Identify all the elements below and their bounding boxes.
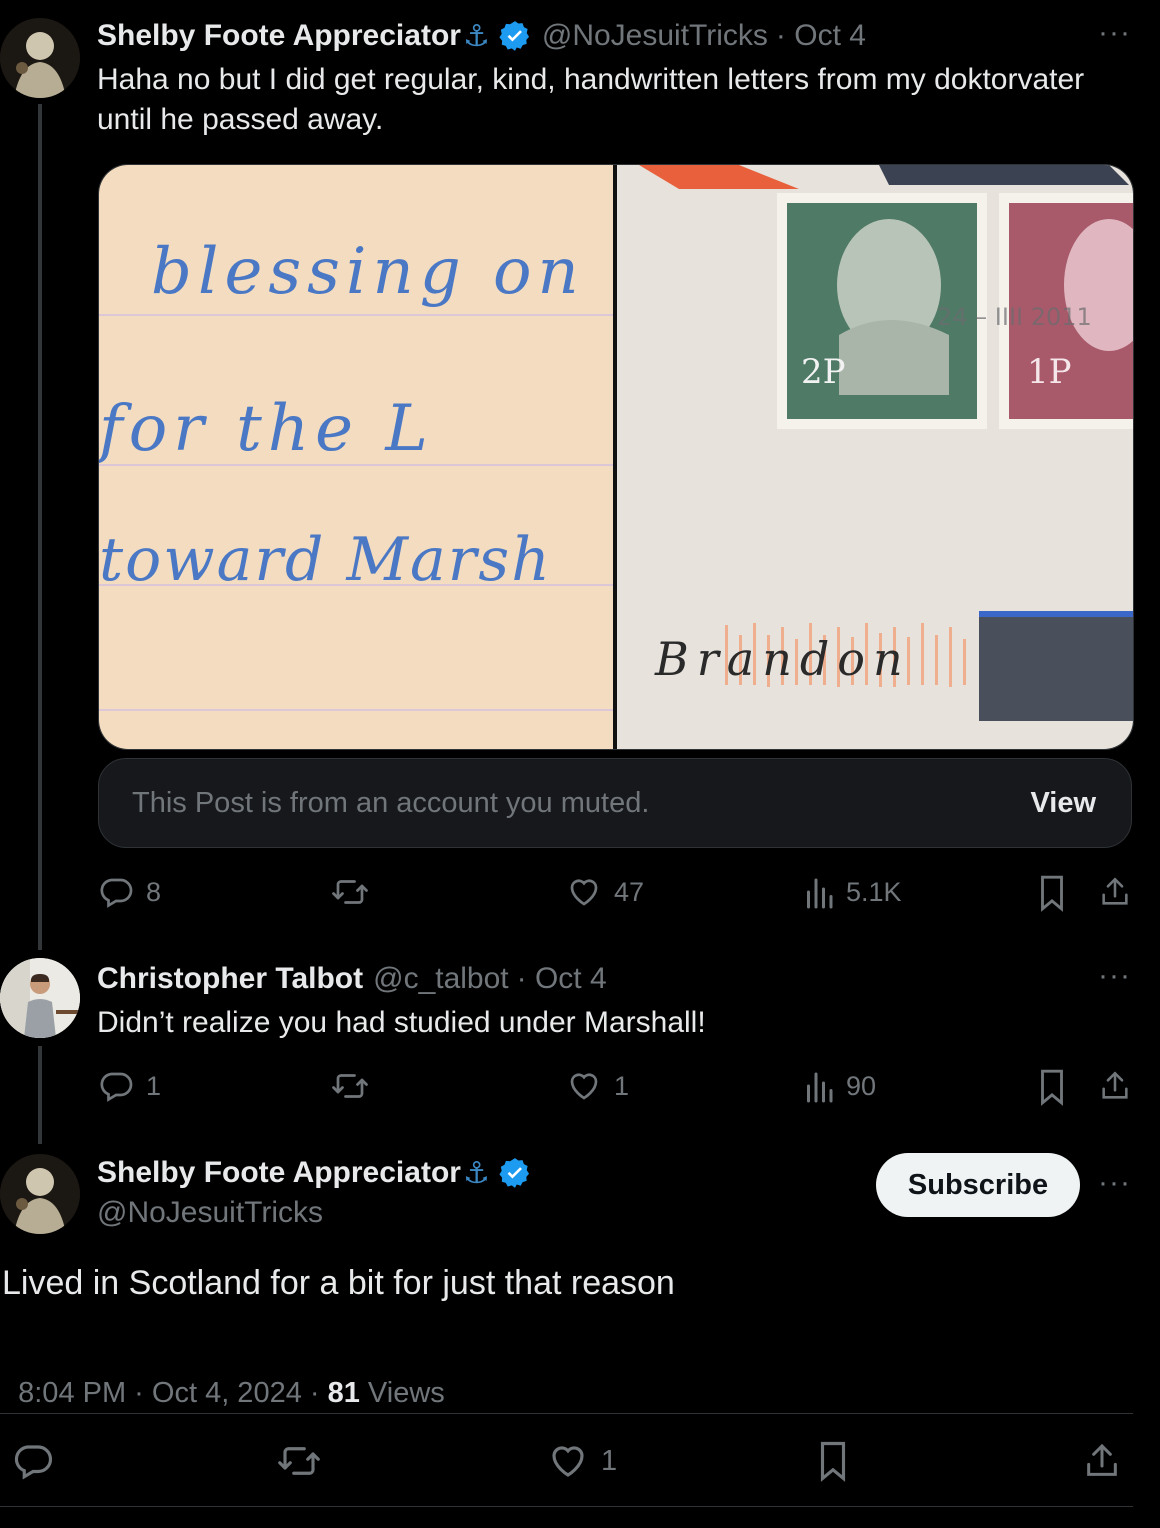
muted-notice: This Post is from an account you muted. … — [98, 758, 1132, 848]
more-options-icon[interactable]: ··· — [1098, 1166, 1131, 1200]
post-meta: 8:04 PM · Oct 4, 2024 · 81 Views — [2, 1344, 445, 1410]
author-name[interactable]: Shelby Foote Appreciator — [97, 1156, 461, 1190]
like-button[interactable]: 1 — [547, 1440, 617, 1482]
author-handle[interactable]: @c_talbot — [373, 962, 509, 996]
main-author: Shelby Foote Appreciator ⚓ — [97, 1153, 532, 1193]
share-button[interactable] — [1082, 1440, 1122, 1482]
reply-button[interactable]: 8 — [98, 874, 161, 910]
like-count: 1 — [601, 1444, 618, 1477]
heart-icon — [570, 879, 598, 906]
share-icon — [1087, 1443, 1117, 1476]
heart-icon — [570, 1073, 598, 1100]
stamp-value: 1P — [1027, 352, 1072, 392]
reply-icon — [100, 878, 133, 908]
views-chart-icon — [807, 878, 833, 909]
muted-notice-text: This Post is from an account you muted. — [132, 787, 650, 819]
post-date[interactable]: · Oct 4 — [776, 19, 866, 53]
bookmark-icon — [1041, 1069, 1063, 1106]
bookmark-icon — [820, 1441, 846, 1482]
tweet-header: Christopher Talbot @c_talbot · Oct 4 — [97, 959, 607, 999]
tweet-header: Shelby Foote Appreciator ⚓ @NoJesuitTric… — [97, 16, 866, 56]
anchor-emoji: ⚓ — [462, 19, 490, 53]
view-muted-post-link[interactable]: View — [1030, 787, 1096, 820]
repost-icon — [278, 1447, 320, 1475]
views-count: 81 — [327, 1377, 360, 1409]
views-count: 5.1K — [846, 876, 902, 907]
share-icon — [1102, 1071, 1128, 1099]
post-date[interactable]: · Oct 4 — [517, 962, 607, 996]
author-handle[interactable]: @NoJesuitTricks — [542, 19, 768, 53]
author-handle[interactable]: @NoJesuitTricks — [97, 1196, 323, 1230]
repost-icon — [332, 1074, 368, 1098]
bookmark-button[interactable] — [1036, 1068, 1068, 1106]
anchor-emoji: ⚓ — [462, 1156, 490, 1190]
share-button[interactable] — [1098, 1068, 1132, 1104]
handwriting-line: for the L — [99, 392, 434, 466]
avatar[interactable] — [0, 958, 80, 1038]
media-image[interactable]: blessing on for the L toward Marsh 2P 1P… — [98, 164, 1134, 750]
letter-photo: blessing on for the L toward Marsh 2P 1P… — [99, 165, 1133, 749]
reply-button[interactable] — [12, 1440, 54, 1482]
verified-badge-icon[interactable] — [498, 1156, 532, 1190]
stamp-value: 2P — [801, 352, 846, 392]
like-button[interactable]: 47 — [566, 874, 644, 910]
repost-button[interactable] — [330, 874, 370, 910]
verified-badge-icon[interactable] — [498, 19, 532, 53]
like-button[interactable]: 1 — [566, 1068, 629, 1104]
share-button[interactable] — [1098, 874, 1132, 910]
reply-icon — [100, 1072, 133, 1102]
postmark: 24 – IIII 2011 — [937, 303, 1092, 331]
like-count: 1 — [614, 1070, 630, 1101]
author-name[interactable]: Shelby Foote Appreciator — [97, 19, 461, 53]
recipient-name: Brandon — [654, 632, 911, 686]
thread-line — [38, 104, 42, 950]
post-timestamp[interactable]: 8:04 PM · Oct 4, 2024 · — [18, 1377, 327, 1409]
bookmark-button[interactable] — [815, 1440, 851, 1482]
views-chart-icon — [807, 1072, 833, 1103]
share-icon — [1102, 877, 1128, 905]
views-count: 90 — [846, 1070, 877, 1101]
reply-count: 1 — [146, 1070, 162, 1101]
like-count: 47 — [614, 876, 645, 907]
repost-button[interactable] — [276, 1440, 322, 1482]
reply-button[interactable]: 1 — [98, 1068, 161, 1104]
more-options-icon[interactable]: ··· — [1098, 959, 1131, 993]
author-name[interactable]: Christopher Talbot — [97, 962, 363, 996]
avatar[interactable] — [0, 18, 80, 98]
handwriting-line: toward Marsh — [99, 525, 552, 595]
divider — [0, 1506, 1133, 1507]
avatar[interactable] — [0, 1154, 80, 1234]
subscribe-button[interactable]: Subscribe — [876, 1153, 1080, 1217]
main-tweet-text: Lived in Scotland for a bit for just tha… — [2, 1264, 675, 1302]
tweet-text: Didn’t realize you had studied under Mar… — [97, 1006, 706, 1039]
handwriting-line: blessing on — [151, 235, 585, 309]
heart-icon — [552, 1446, 584, 1477]
repost-button[interactable] — [330, 1068, 370, 1104]
reply-icon — [14, 1445, 53, 1480]
views-button[interactable]: 90 — [804, 1068, 876, 1104]
bookmark-button[interactable] — [1036, 874, 1068, 912]
reply-count: 8 — [146, 876, 162, 907]
repost-icon — [332, 880, 368, 904]
views-label: Views — [359, 1377, 445, 1409]
views-button[interactable]: 5.1K — [804, 874, 902, 910]
tweet-text: Haha no but I did get regular, kind, han… — [97, 63, 1085, 136]
divider — [0, 1413, 1133, 1414]
more-options-icon[interactable]: ··· — [1098, 16, 1131, 50]
thread-line — [38, 1046, 42, 1144]
bookmark-icon — [1041, 875, 1063, 912]
